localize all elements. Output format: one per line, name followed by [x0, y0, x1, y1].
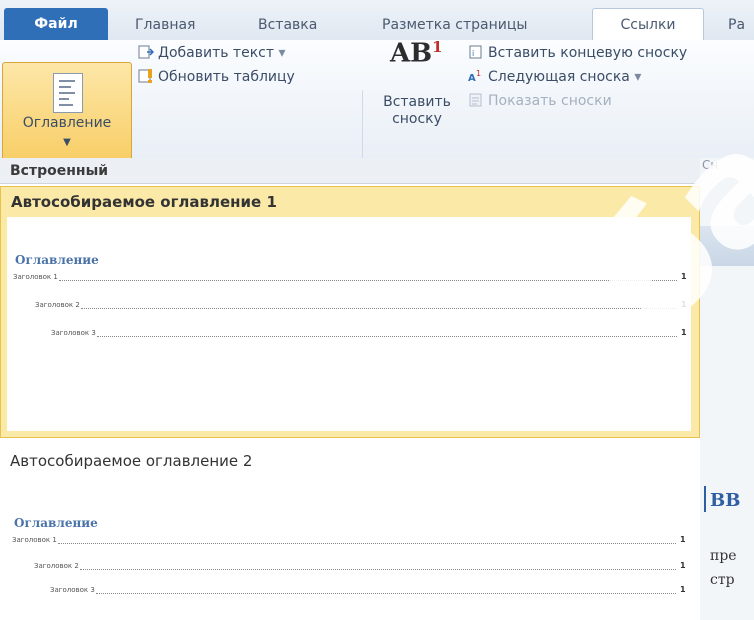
tab-home[interactable]: Главная: [135, 10, 195, 40]
ab-text: AB: [390, 38, 433, 69]
tab-page-layout[interactable]: Разметка страницы: [382, 10, 527, 40]
next-footnote-button[interactable]: A 1 Следующая сноска ▾: [468, 68, 641, 85]
preview-dots: [96, 593, 676, 594]
svg-text:A: A: [468, 73, 476, 84]
preview-title: Оглавление: [15, 253, 99, 267]
document-heading: ВВ: [710, 490, 741, 511]
update-table-label: Обновить таблицу: [158, 69, 295, 85]
toc-preview: Оглавление Заголовок 1 1 Заголовок 2 1 З…: [7, 217, 691, 431]
insert-footnote-button[interactable]: Вставить сноску: [376, 94, 458, 128]
preview-line-3: Заголовок 3: [50, 586, 95, 594]
ruler-bar: [700, 226, 754, 266]
ribbon-references: Оглавление ▼ Добавить текст ▾ Обновить т…: [0, 38, 754, 190]
preview-line-1: Заголовок 1: [12, 536, 57, 544]
insert-footnote-icon[interactable]: AB1: [390, 38, 443, 69]
tab-insert[interactable]: Вставка: [258, 10, 317, 40]
update-table-button[interactable]: Обновить таблицу: [138, 68, 295, 85]
ribbon-group-label-cut: Сн: [702, 158, 719, 172]
toc-document-icon: [53, 73, 83, 113]
toc-gallery-dropdown: Встроенный Автособираемое оглавление 1 О…: [0, 158, 701, 620]
gallery-item-title: Автособираемое оглавление 1: [11, 193, 277, 211]
tab-file[interactable]: Файл: [4, 8, 108, 40]
next-footnote-label: Следующая сноска: [488, 69, 630, 85]
tab-review-cut[interactable]: Ра: [728, 10, 745, 40]
gallery-section-header: Встроенный: [0, 158, 700, 184]
next-footnote-icon: A1: [468, 68, 484, 84]
show-notes-icon: [468, 92, 484, 108]
toc-preview-2[interactable]: Оглавление Заголовок 1 1 Заголовок 2 1 З…: [6, 478, 690, 620]
insert-footnote-label-2: сноску: [392, 111, 442, 127]
toc-button-label: Оглавление: [22, 115, 112, 131]
gallery-item-auto-toc-2[interactable]: Автособираемое оглавление 2: [10, 452, 252, 470]
document-area: Сн ВВ пре стр: [700, 158, 754, 620]
insert-endnote-icon: i: [468, 44, 484, 60]
preview-title: Оглавление: [14, 516, 98, 530]
svg-text:1: 1: [476, 69, 481, 78]
tab-references[interactable]: Ссылки: [592, 8, 704, 42]
insert-footnote-label-1: Вставить: [383, 94, 451, 110]
ribbon-tab-bar: Файл Главная Вставка Разметка страницы С…: [0, 0, 754, 42]
preview-line-2: Заголовок 2: [35, 301, 80, 309]
show-notes-button[interactable]: Показать сноски: [468, 92, 612, 109]
add-text-icon: [138, 44, 155, 60]
preview-page-2: 1: [681, 300, 687, 309]
gallery-item-auto-toc-1[interactable]: Автособираемое оглавление 1 Оглавление З…: [0, 186, 700, 438]
preview-dots: [97, 336, 677, 337]
add-text-label: Добавить текст: [158, 45, 274, 61]
preview-page-1: 1: [681, 272, 687, 281]
chevron-down-icon: ▼: [63, 137, 71, 148]
insert-endnote-button[interactable]: i Вставить концевую сноску: [468, 44, 687, 61]
show-notes-label: Показать сноски: [488, 93, 612, 109]
document-text-line-2: стр: [710, 572, 735, 588]
preview-dots: [58, 543, 676, 544]
svg-text:i: i: [472, 49, 474, 58]
preview-line-2: Заголовок 2: [34, 562, 79, 570]
document-text-line-1: пре: [710, 548, 737, 564]
preview-page-1: 1: [680, 535, 686, 544]
preview-page-2: 1: [680, 561, 686, 570]
text-cursor: [704, 486, 706, 512]
ab-superscript: 1: [432, 38, 443, 56]
update-table-icon: [138, 68, 154, 84]
preview-line-3: Заголовок 3: [51, 329, 96, 337]
preview-dots: [81, 308, 677, 309]
preview-page-3: 1: [681, 328, 687, 337]
insert-endnote-label: Вставить концевую сноску: [488, 45, 688, 61]
preview-line-1: Заголовок 1: [13, 273, 58, 281]
add-text-button[interactable]: Добавить текст ▾: [138, 44, 285, 61]
preview-dots: [59, 280, 677, 281]
preview-page-3: 1: [680, 585, 686, 594]
preview-dots: [80, 569, 676, 570]
